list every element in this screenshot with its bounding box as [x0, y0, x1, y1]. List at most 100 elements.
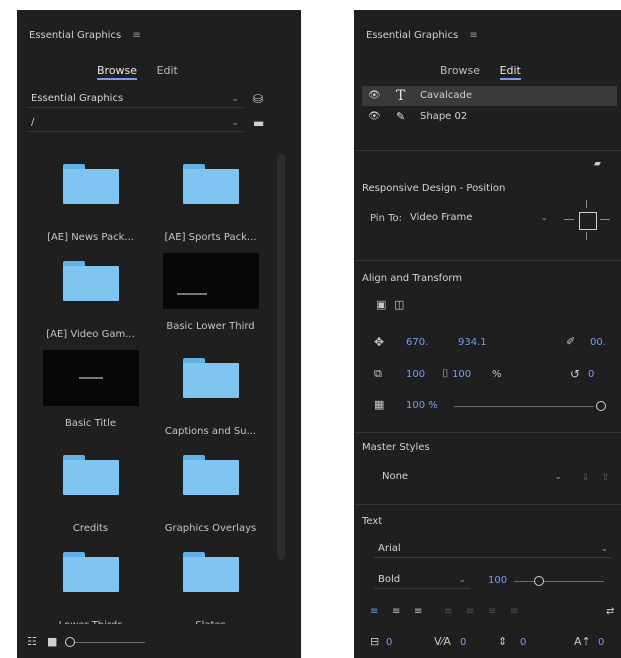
- align-center-icon[interactable]: ≡: [392, 606, 400, 618]
- template-item[interactable]: Slates: [153, 542, 268, 637]
- baseline-shift-value[interactable]: 0: [598, 637, 604, 648]
- folder-icon: [182, 358, 239, 398]
- justify-left-icon[interactable]: ≡: [444, 606, 452, 618]
- master-styles-value: None: [382, 471, 409, 482]
- template-item[interactable]: Graphics Overlays: [153, 445, 268, 540]
- pin-widget[interactable]: [562, 198, 612, 242]
- text-layer-icon: T: [396, 88, 406, 104]
- eye-icon[interactable]: 👁: [368, 107, 381, 127]
- scale-unit: %: [492, 369, 502, 380]
- list-view-icon[interactable]: ☷: [27, 636, 37, 648]
- scale-height-value[interactable]: 100: [452, 369, 471, 380]
- template-thumbnail: [162, 253, 259, 313]
- font-size-slider[interactable]: [514, 581, 604, 582]
- position-y-value[interactable]: 934.1: [458, 337, 487, 348]
- leading-icon[interactable]: ⇕: [498, 636, 507, 648]
- opacity-value[interactable]: 100 %: [406, 400, 438, 411]
- tab-browse[interactable]: Browse: [97, 64, 138, 80]
- chevron-down-icon: ⌄: [554, 472, 562, 482]
- text-direction-icon[interactable]: ⇄: [606, 606, 614, 618]
- template-label: Basic Title: [64, 418, 117, 429]
- icon-view-icon[interactable]: ■: [47, 636, 57, 648]
- text-section-title: Text: [362, 516, 383, 527]
- template-item[interactable]: [AE] News Pack...: [33, 154, 148, 249]
- pin-center-box[interactable]: [579, 212, 597, 230]
- template-item[interactable]: Lower Thirds: [33, 542, 148, 637]
- divider: [354, 150, 621, 151]
- push-style-icon[interactable]: ⇩: [582, 472, 590, 484]
- opacity-slider[interactable]: [454, 406, 594, 407]
- library-dropdown[interactable]: Essential Graphics ⌄: [27, 90, 243, 108]
- responsive-design-title: Responsive Design - Position: [362, 183, 506, 194]
- thumbnail-size-slider[interactable]: [75, 642, 145, 643]
- font-dropdown[interactable]: Arial ⌄: [374, 540, 612, 558]
- pin-to-label: Pin To:: [370, 213, 403, 224]
- folder-icon: [62, 455, 119, 495]
- justify-all-icon[interactable]: ≡: [510, 606, 518, 618]
- tab-browse[interactable]: Browse: [440, 64, 480, 77]
- opacity-slider-knob[interactable]: [596, 401, 606, 411]
- layer-row[interactable]: 👁 T Cavalcade: [362, 86, 617, 106]
- template-item[interactable]: Basic Lower Third: [153, 251, 268, 346]
- template-item[interactable]: [AE] Sports Pack...: [153, 154, 268, 249]
- video-preview-icon: [42, 350, 139, 406]
- pin-bottom-line[interactable]: [586, 232, 587, 240]
- rotation-prefix-value[interactable]: 00.: [590, 337, 606, 348]
- tracking-icon[interactable]: V⁄A: [434, 636, 451, 648]
- chevron-down-icon: ⌄: [540, 213, 548, 223]
- divider: [354, 504, 621, 505]
- pin-right-line[interactable]: [600, 219, 610, 220]
- panel-title: Essential Graphics ≡: [366, 30, 478, 41]
- template-item[interactable]: [AE] Video Gam...: [33, 251, 148, 346]
- template-item[interactable]: Captions and Su...: [153, 348, 268, 443]
- tracking-value[interactable]: 0: [460, 637, 466, 648]
- tab-edit[interactable]: Edit: [499, 64, 522, 80]
- folder-icon: [62, 552, 119, 592]
- sync-style-icon[interactable]: ⇧: [602, 472, 610, 484]
- pin-to-dropdown[interactable]: Video Frame ⌄: [406, 209, 552, 227]
- template-label: [AE] Video Gam...: [46, 329, 135, 340]
- template-thumbnail: [43, 552, 139, 612]
- thumbnail-size-slider-knob[interactable]: [65, 637, 75, 647]
- hamburger-icon[interactable]: ≡: [469, 30, 477, 41]
- font-size-slider-knob[interactable]: [534, 576, 544, 586]
- vertical-scrollbar[interactable]: [277, 154, 285, 560]
- justify-right-icon[interactable]: ≡: [488, 606, 496, 618]
- position-x-value[interactable]: 670.: [406, 337, 428, 348]
- tab-edit[interactable]: Edit: [157, 64, 178, 77]
- search-dropdown[interactable]: / ⌄: [27, 114, 243, 132]
- leading-value[interactable]: 0: [520, 637, 526, 648]
- link-icon[interactable]: ⌷: [442, 368, 449, 380]
- align-right-icon[interactable]: ≡: [414, 606, 422, 618]
- align-horizontal-icon[interactable]: ◫: [394, 299, 404, 311]
- align-vertical-icon[interactable]: ▣: [376, 299, 386, 311]
- panel-title-text: Essential Graphics: [366, 30, 459, 41]
- template-thumbnail: [163, 552, 259, 612]
- tab-bar: Browse Edit: [89, 64, 186, 80]
- template-thumbnail: [43, 455, 139, 515]
- template-label: Credits: [72, 523, 109, 534]
- new-folder-icon[interactable]: ▬: [253, 117, 264, 129]
- baseline-shift-icon[interactable]: A⇡: [574, 636, 591, 648]
- scale-width-value[interactable]: 100: [406, 369, 425, 380]
- master-styles-dropdown[interactable]: None ⌄: [378, 468, 566, 486]
- template-item[interactable]: Credits: [33, 445, 148, 540]
- folder-network-icon[interactable]: ⛁: [253, 93, 263, 105]
- rotation-value[interactable]: 0: [588, 369, 594, 380]
- font-size-value[interactable]: 100: [488, 575, 507, 586]
- align-left-icon[interactable]: ≡: [370, 606, 378, 618]
- align-transform-title: Align and Transform: [362, 273, 462, 284]
- hamburger-icon[interactable]: ≡: [132, 30, 140, 41]
- layer-row[interactable]: 👁 ✎ Shape 02: [362, 107, 617, 127]
- template-item[interactable]: Basic Title: [33, 348, 148, 443]
- justify-center-icon[interactable]: ≡: [466, 606, 474, 618]
- video-preview-icon: [162, 253, 259, 309]
- new-layer-icon[interactable]: ▰: [594, 158, 601, 170]
- pin-left-line[interactable]: [564, 219, 574, 220]
- kerning-icon[interactable]: ⊟: [370, 636, 379, 648]
- font-style-dropdown[interactable]: Bold ⌄: [374, 571, 470, 589]
- eye-icon[interactable]: 👁: [368, 86, 381, 106]
- kerning-value[interactable]: 0: [386, 637, 392, 648]
- panel-title-text: Essential Graphics: [29, 30, 122, 41]
- pin-top-line[interactable]: [586, 200, 587, 208]
